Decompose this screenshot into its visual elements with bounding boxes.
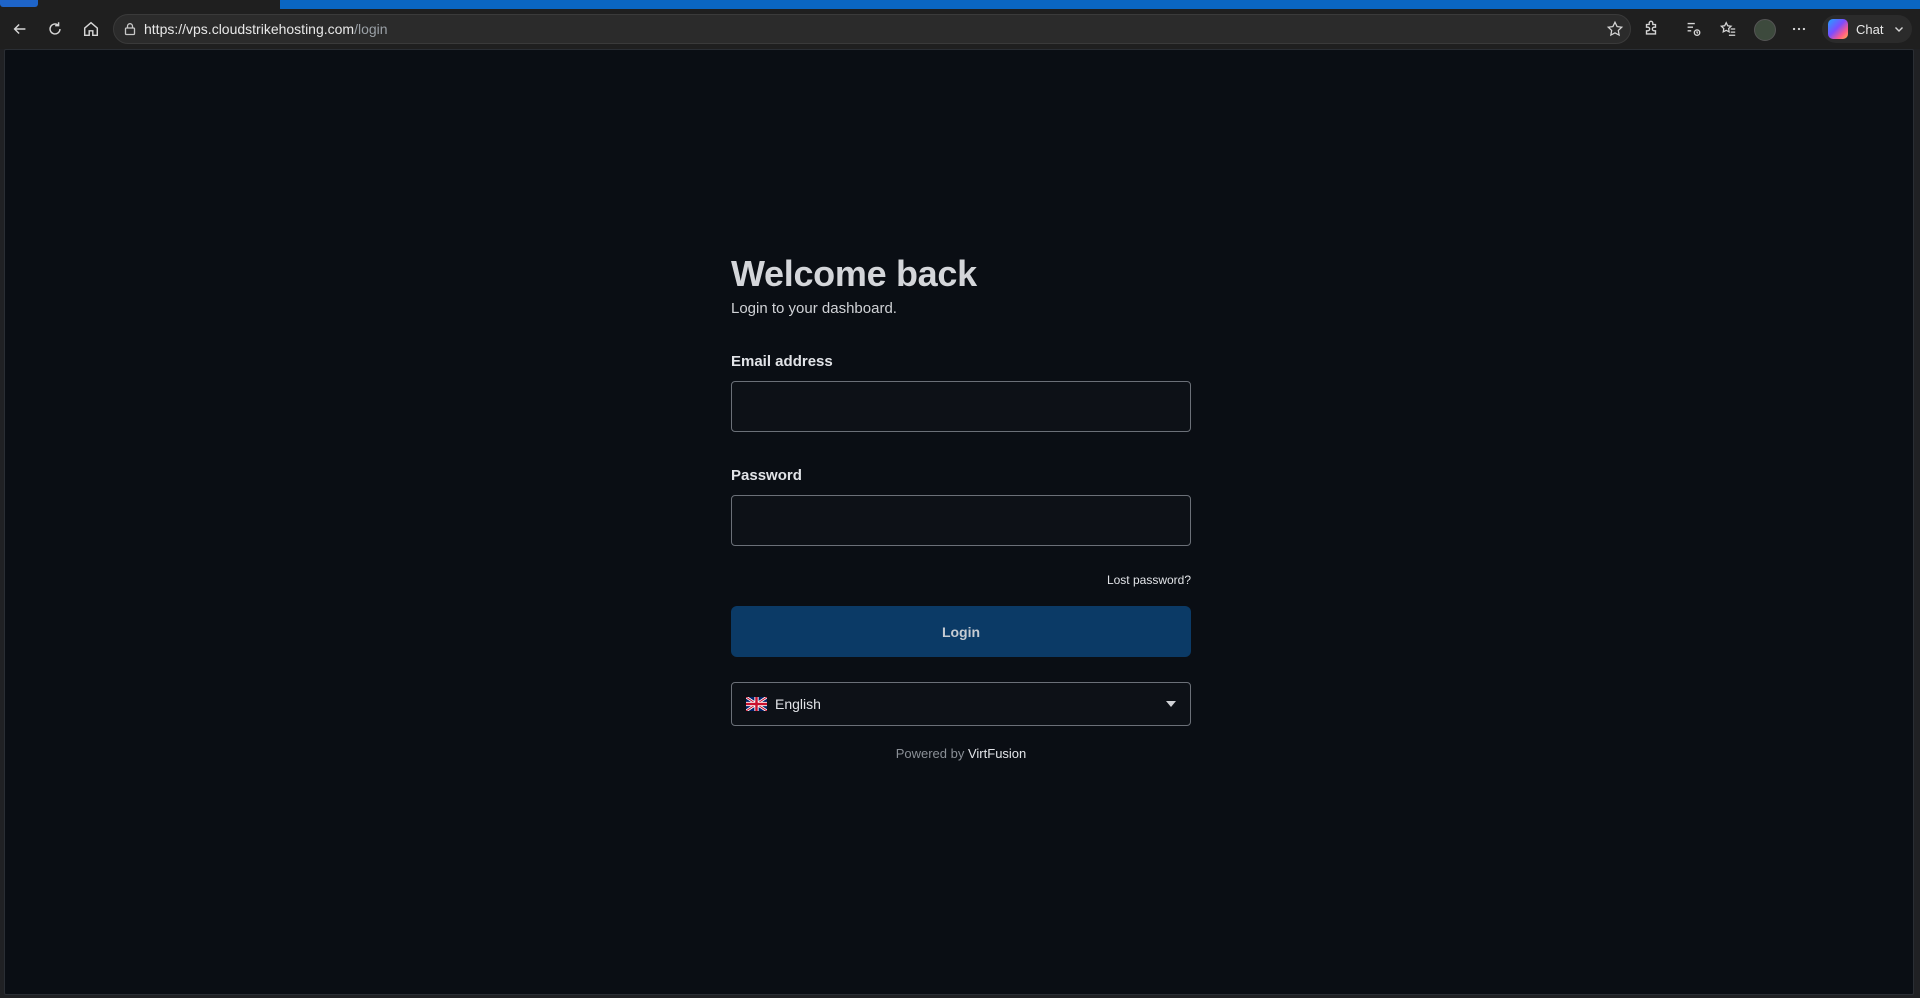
more-dots-icon	[1792, 27, 1806, 31]
url-path: /login	[354, 21, 388, 37]
favorites-button[interactable]	[1714, 15, 1742, 43]
login-button[interactable]: Login	[731, 606, 1191, 657]
active-tab[interactable]	[0, 0, 38, 7]
chat-button[interactable]: Chat	[1822, 15, 1912, 43]
powered-by: Powered by VirtFusion	[731, 746, 1191, 761]
copilot-icon	[1828, 19, 1848, 39]
powered-by-prefix: Powered by	[895, 746, 965, 761]
email-label: Email address	[731, 353, 833, 370]
powered-by-brand[interactable]: VirtFusion	[968, 746, 1026, 761]
favorite-star-icon[interactable]	[1606, 20, 1624, 38]
page-subtitle: Login to your dashboard.	[731, 300, 897, 317]
home-icon	[83, 21, 99, 37]
login-panel: Welcome back Login to your dashboard. Em…	[731, 252, 1191, 761]
password-field[interactable]	[731, 495, 1191, 546]
browser-toolbar: https://vps.cloudstrikehosting.com/login…	[0, 9, 1920, 49]
more-menu-button[interactable]	[1785, 15, 1813, 43]
tab-strip	[0, 0, 1920, 9]
url-host: https://vps.cloudstrikehosting.com	[144, 21, 355, 37]
media-icon	[1687, 22, 1701, 36]
caret-down-icon	[1166, 701, 1176, 707]
chat-label: Chat	[1856, 21, 1884, 37]
password-label: Password	[731, 467, 802, 484]
lost-password-link[interactable]: Lost password?	[1107, 573, 1191, 587]
media-button[interactable]	[1679, 15, 1707, 43]
address-bar[interactable]: https://vps.cloudstrikehosting.com/login	[113, 14, 1631, 44]
home-button[interactable]	[77, 15, 105, 43]
lost-password-row: Lost password?	[731, 573, 1191, 587]
tab-strip-accent	[280, 0, 1920, 9]
email-field[interactable]	[731, 381, 1191, 432]
profile-avatar[interactable]	[1754, 19, 1776, 41]
puzzle-icon	[1645, 20, 1657, 35]
language-select[interactable]: English	[731, 682, 1191, 726]
chevron-down-icon	[1895, 27, 1904, 32]
back-button[interactable]	[6, 15, 34, 43]
arrow-left-icon	[13, 23, 26, 35]
language-label: English	[775, 696, 821, 712]
extensions-button[interactable]	[1637, 15, 1665, 43]
uk-flag-icon	[746, 697, 767, 711]
page-viewport: Welcome back Login to your dashboard. Em…	[4, 49, 1914, 995]
refresh-button[interactable]	[41, 15, 69, 43]
url-text: https://vps.cloudstrikehosting.com/login	[144, 21, 388, 37]
refresh-icon	[49, 22, 61, 35]
lock-icon	[124, 23, 136, 36]
favorites-list-icon	[1719, 21, 1736, 36]
page-title: Welcome back	[731, 253, 977, 294]
